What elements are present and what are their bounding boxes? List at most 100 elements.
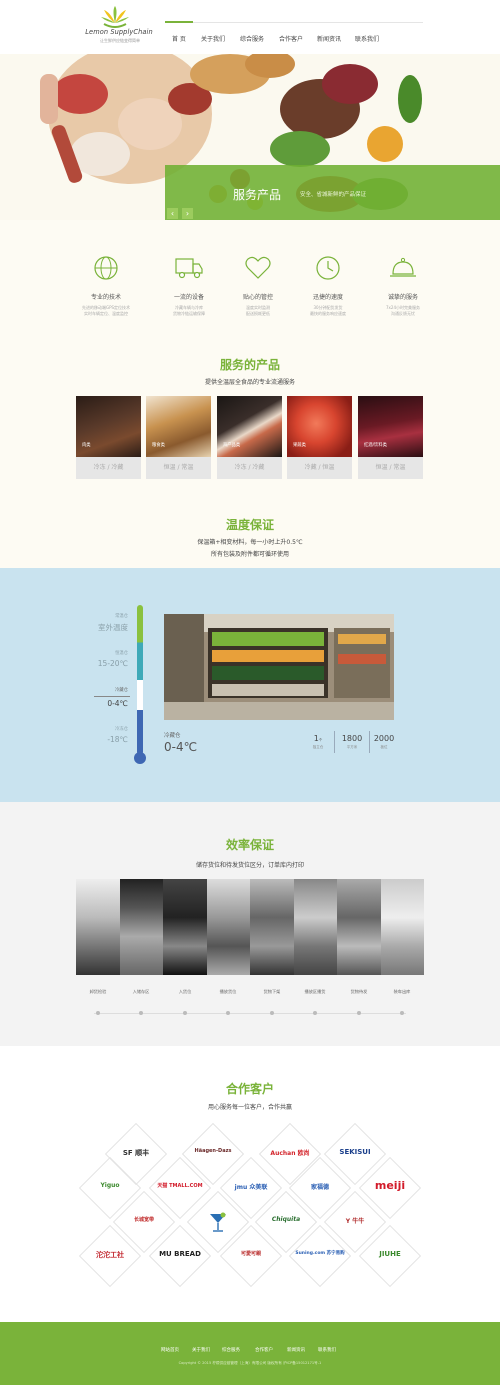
stat-divider: [334, 731, 335, 753]
step-label: 入储存区: [132, 989, 150, 994]
nav-item-about[interactable]: 关于我们: [201, 34, 225, 43]
product-image: 肉类: [76, 396, 141, 457]
zone-caption: 冷藏仓: [115, 688, 128, 693]
efficiency-title: 效率保证: [225, 838, 274, 852]
feature-desc: 温度实时监测 配送损耗更低: [246, 305, 270, 317]
timeline-dot: [96, 1011, 100, 1015]
partners-subtitle: 用心服务每一位客户，合作共赢: [207, 1104, 292, 1111]
partner-logo[interactable]: 可愛可親: [219, 1224, 283, 1288]
nav-item-news[interactable]: 新闻资讯: [317, 34, 341, 43]
product-card-produce[interactable]: 果蔬类 冷藏 / 恒温: [287, 396, 352, 479]
stat-number: 1800: [341, 734, 363, 743]
product-card-grain[interactable]: 粮食类 恒温 / 常温: [146, 396, 211, 479]
partner-logo[interactable]: JIUHE: [358, 1224, 422, 1288]
product-temperature: 冷冻 / 冷藏: [217, 457, 282, 479]
product-label: 果蔬类: [293, 443, 306, 448]
feature-desc: 先进的移动端GPS定位技术 实时车辆定位、温度监控: [81, 305, 131, 317]
temperature-line-1: 保温箱+相变材料，每一小时上升0.5℃: [197, 539, 303, 546]
product-label: 粮食类: [152, 443, 165, 448]
footer-link-services[interactable]: 综合服务: [222, 1347, 240, 1353]
product-temperature: 冷冻 / 冷藏: [76, 457, 141, 479]
stat-area: 1800 平方米: [338, 734, 366, 750]
feature-technology: 专业的技术 先进的移动端GPS定位技术 实时车辆定位、温度监控: [66, 255, 146, 317]
banner-prev-button[interactable]: ‹: [167, 208, 178, 219]
product-image: 红酒/饮料类: [358, 396, 423, 457]
feature-desc: 30分钟配货发货 最快的服务响应速度: [310, 305, 346, 317]
partner-logo[interactable]: Suning.com 苏宁易购: [288, 1224, 352, 1288]
partner-logo[interactable]: 沱沱工社: [78, 1224, 142, 1288]
banner-subtitle: 安全、省城新鲜的产品保证: [300, 192, 367, 198]
stat-warehouse: 1个 独立仓: [306, 734, 330, 750]
footer-link-clients[interactable]: 合作客户: [255, 1347, 273, 1353]
product-card-wine[interactable]: 红酒/饮料类 恒温 / 常温: [358, 396, 423, 479]
banner-title: 服务产品: [233, 188, 282, 202]
step-label: 入货位: [178, 989, 192, 994]
nav-item-contact[interactable]: 联系我们: [355, 34, 379, 43]
active-zone-divider: [94, 696, 130, 697]
banner-next-button[interactable]: ›: [182, 208, 193, 219]
site-footer: [0, 1322, 500, 1385]
nav-item-clients[interactable]: 合作客户: [279, 34, 303, 43]
nav-item-services[interactable]: 综合服务: [240, 34, 264, 43]
product-image: 果蔬类: [287, 396, 352, 457]
timeline-dot: [400, 1011, 404, 1015]
temperature-title: 温度保证: [225, 518, 274, 532]
stat-unit: 平方米: [346, 745, 358, 749]
zone-value[interactable]: -18℃: [68, 735, 128, 744]
product-card-seafood[interactable]: 海产品类 冷冻 / 冷藏: [217, 396, 282, 479]
step-photo: [120, 879, 163, 975]
efficiency-subtitle: 储存货位和待发货位区分，订单库内打印: [195, 862, 304, 869]
timeline-dot: [183, 1011, 187, 1015]
product-label: 肉类: [82, 443, 91, 448]
footer-link-about[interactable]: 关于我们: [192, 1347, 210, 1353]
thermometer-gauge: [137, 605, 143, 755]
hero-banner: 服务产品 安全、省城新鲜的产品保证 ‹ ›: [0, 54, 500, 220]
partners-title: 合作客户: [225, 1082, 274, 1096]
step-label: 装车出库: [393, 989, 411, 994]
product-image: 海产品类: [217, 396, 282, 457]
store-caption: 冷藏仓: [164, 733, 181, 739]
product-label: 红酒/饮料类: [364, 443, 387, 448]
lemon-logo-icon[interactable]: [100, 6, 130, 28]
feature-desc: 冷藏车辆与冷库 货物冷链运输保障: [173, 305, 205, 317]
step-photo: [381, 879, 424, 975]
product-temperature: 恒温 / 常温: [358, 457, 423, 479]
product-temperature: 冷藏 / 恒温: [287, 457, 352, 479]
zone-value[interactable]: 室外温度: [68, 622, 128, 633]
step-label: 播放区播货: [304, 989, 326, 994]
timeline-dot: [357, 1011, 361, 1015]
footer-link-home[interactable]: 网站首页: [161, 1347, 179, 1353]
partner-logo[interactable]: MU BREAD: [148, 1224, 212, 1288]
nav-item-home[interactable]: 首 页: [172, 34, 186, 43]
feature-desc: 7x24小时完美服务 沟通反馈无忧: [385, 305, 420, 317]
stat-divider: [369, 731, 370, 753]
step-photo: [207, 879, 250, 975]
stat-pallets: 2000 板位: [372, 734, 396, 750]
product-image: 粮食类: [146, 396, 211, 457]
products-title: 服务的产品: [219, 358, 280, 372]
zone-value[interactable]: 15-20℃: [68, 659, 128, 668]
feature-control: 贴心的管控 温度实时监测 配送损耗更低: [218, 255, 298, 317]
stat-number: 1个: [313, 734, 323, 743]
timeline-dot: [313, 1011, 317, 1015]
brand-name: Lemon SupplyChain: [85, 28, 153, 36]
zone-value-active[interactable]: 0-4℃: [68, 699, 128, 708]
step-label: 卸货检验: [89, 989, 107, 994]
zone-caption: 常温仓: [115, 614, 128, 619]
products-subtitle: 提供全温层全食品的专业流通服务: [204, 379, 295, 386]
temperature-line-2: 所有包装及附件都可循环使用: [210, 551, 289, 558]
footer-link-news[interactable]: 新闻资讯: [287, 1347, 305, 1353]
stat-unit: 板位: [380, 745, 388, 749]
feature-title: 一流的设备: [173, 294, 204, 301]
product-temperature: 恒温 / 常温: [146, 457, 211, 479]
footer-link-contact[interactable]: 联系我们: [318, 1347, 336, 1353]
product-card-meat[interactable]: 肉类 冷冻 / 冷藏: [76, 396, 141, 479]
feature-title: 贴心的管控: [242, 294, 273, 301]
step-photo: [250, 879, 294, 975]
site-header: Lemon SupplyChain 让生鲜供应链变得简单 首 页 关于我们 综合…: [0, 0, 500, 54]
heart-icon: [245, 256, 271, 279]
timeline-dot: [139, 1011, 143, 1015]
zone-caption: 恒温仓: [115, 651, 128, 656]
feature-equipment: 一流的设备 冷藏车辆与冷库 货物冷链运输保障: [149, 255, 229, 317]
product-label: 海产品类: [223, 443, 241, 448]
